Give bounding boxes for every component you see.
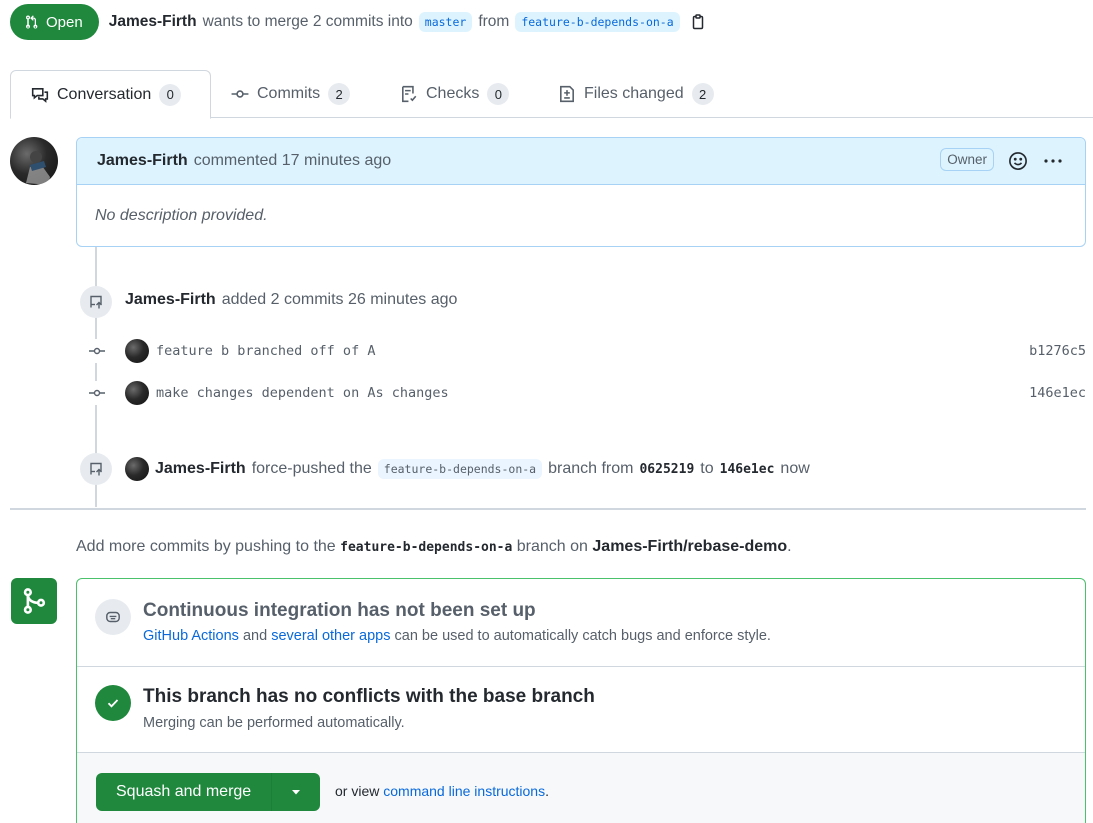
hint-text: Add more commits by pushing to the: [76, 538, 336, 555]
force-push-badge: [80, 453, 112, 485]
commit-sha-link[interactable]: 146e1ec: [1029, 385, 1086, 401]
comment-body: No description provided.: [95, 207, 268, 224]
smiley-reaction-icon[interactable]: [1008, 151, 1028, 171]
pr-state-label: Open: [46, 13, 83, 31]
git-merge-icon: [23, 588, 46, 614]
branch-chip[interactable]: feature-b-depends-on-a: [377, 459, 543, 479]
git-pull-request-icon: [25, 15, 38, 29]
force-push-text: force-pushed the: [251, 460, 372, 477]
checklist-icon: [402, 85, 417, 103]
commit-message-link[interactable]: feature b branched off of A: [156, 343, 375, 359]
pr-tabs: Conversation 0 Commits 2 Checks 0 Files …: [10, 70, 1093, 119]
timeline-author-link[interactable]: James-Firth: [125, 291, 216, 309]
force-push-text: branch from: [548, 460, 634, 477]
timeline-force-push: James-Firth force-pushed the feature-b-d…: [125, 457, 810, 481]
comment-timestamp[interactable]: commented 17 minutes ago: [194, 152, 391, 170]
github-actions-link[interactable]: GitHub Actions: [143, 628, 239, 644]
merge-button-group: Squash and merge: [96, 773, 321, 811]
git-commit-icon: [84, 339, 110, 363]
ci-subtitle: GitHub Actions and several other apps ca…: [143, 628, 771, 644]
tab-label: Conversation: [57, 85, 152, 103]
command-line-hint: or view command line instructions.: [335, 783, 549, 799]
triangle-down-icon: [292, 790, 301, 795]
force-push-time[interactable]: now: [780, 460, 809, 478]
tab-label: Files changed: [584, 85, 684, 102]
merge-box: Continuous integration has not been set …: [76, 578, 1086, 823]
pr-state-badge: Open: [10, 4, 99, 40]
tab-conversation[interactable]: Conversation 0: [10, 70, 211, 119]
tab-label: Commits: [257, 85, 321, 102]
commit-row: make changes dependent on As changes 146…: [84, 381, 1086, 405]
pr-status-row: Open James-Firth wants to merge 2 commit…: [10, 4, 706, 40]
tab-label: Checks: [426, 85, 480, 102]
head-branch-chip[interactable]: feature-b-depends-on-a: [515, 12, 680, 32]
commit-sha-link[interactable]: b1276c5: [1029, 343, 1086, 359]
force-push-text: to: [700, 460, 714, 477]
from-text: from: [478, 13, 510, 30]
repo-push-badge: [80, 286, 112, 318]
kebab-horizontal-icon[interactable]: [1043, 153, 1063, 169]
copilot-robot-icon: [106, 611, 120, 623]
other-apps-link[interactable]: several other apps: [271, 628, 390, 644]
avatar[interactable]: [125, 381, 149, 405]
owner-badge: Owner: [940, 148, 994, 171]
timeline-author-link[interactable]: James-Firth: [155, 460, 246, 478]
ci-text: can be used to automatically catch bugs …: [394, 628, 771, 644]
copy-icon[interactable]: [690, 14, 706, 30]
author-avatar[interactable]: [10, 137, 58, 185]
tab-commits[interactable]: Commits 2: [211, 70, 370, 118]
tab-counter: 0: [159, 83, 182, 106]
tab-counter: 0: [487, 83, 510, 105]
hint-text: or view: [335, 783, 380, 799]
comment-author-link[interactable]: James-Firth: [97, 152, 188, 170]
push-hint: Add more commits by pushing to the featu…: [76, 538, 792, 556]
file-diff-icon: [560, 85, 574, 103]
repo-push-icon: [90, 295, 102, 309]
tab-files-changed[interactable]: Files changed 2: [538, 70, 734, 118]
pr-description-comment: James-Firth commented 17 minutes ago Own…: [76, 137, 1086, 247]
timeline-divider: [10, 508, 1086, 510]
tab-counter: 2: [328, 83, 351, 105]
pr-author-link[interactable]: James-Firth: [109, 13, 197, 31]
commit-message-link[interactable]: make changes dependent on As changes: [156, 385, 449, 401]
ci-section: Continuous integration has not been set …: [77, 579, 1085, 667]
ci-icon-circle: [95, 599, 131, 635]
ci-title: Continuous integration has not been set …: [143, 600, 536, 621]
avatar[interactable]: [125, 457, 149, 481]
pr-summary-text: wants to merge 2 commits into: [202, 13, 413, 30]
check-icon: [107, 699, 119, 708]
comment-header: James-Firth commented 17 minutes ago: [77, 138, 1085, 185]
git-commit-icon: [231, 90, 249, 98]
check-circle: [95, 685, 131, 721]
merge-action-section: Squash and merge or view command line in…: [77, 753, 1085, 823]
merge-status-icon-box: [11, 578, 57, 624]
pr-summary: James-Firth wants to merge 2 commits int…: [109, 12, 706, 32]
commit-row: feature b branched off of A b1276c5: [84, 339, 1086, 363]
tab-counter: 2: [691, 83, 714, 105]
avatar[interactable]: [125, 339, 149, 363]
conflicts-subtitle: Merging can be performed automatically.: [143, 715, 405, 731]
timeline-commits-added: James-Firth added 2 commits 26 minutes a…: [125, 291, 457, 309]
tab-checks[interactable]: Checks 0: [380, 70, 529, 118]
repo-push-icon: [90, 462, 102, 476]
from-sha-link[interactable]: 0625219: [639, 462, 694, 477]
conflicts-section: This branch has no conflicts with the ba…: [77, 667, 1085, 753]
base-branch-chip[interactable]: master: [418, 12, 473, 32]
squash-and-merge-button[interactable]: Squash and merge: [96, 773, 273, 811]
hint-text: .: [545, 783, 549, 799]
hint-branch: feature-b-depends-on-a: [340, 540, 513, 555]
hint-text: branch on: [516, 538, 588, 555]
conflicts-title: This branch has no conflicts with the ba…: [143, 686, 595, 707]
to-sha-link[interactable]: 146e1ec: [720, 462, 775, 477]
comment-discussion-icon: [31, 87, 49, 103]
command-line-instructions-link[interactable]: command line instructions: [383, 783, 545, 799]
ci-text: and: [242, 628, 268, 644]
hint-text: .: [787, 538, 792, 555]
hint-repo: James-Firth/rebase-demo: [592, 538, 788, 555]
timeline-added-text: added 2 commits 26 minutes ago: [221, 291, 458, 308]
git-commit-icon: [84, 381, 110, 405]
merge-method-dropdown[interactable]: [272, 773, 321, 811]
